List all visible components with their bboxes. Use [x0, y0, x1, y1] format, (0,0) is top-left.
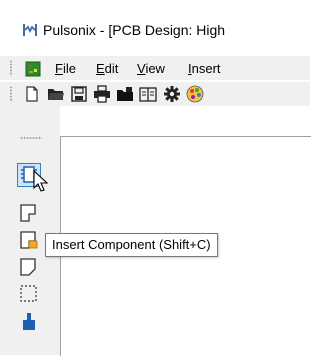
selection-box-icon[interactable]: [18, 283, 40, 305]
new-document-icon[interactable]: [23, 85, 41, 103]
menu-insert[interactable]: Insert: [188, 61, 221, 76]
insert-pin-icon[interactable]: [18, 310, 40, 332]
mouse-pointer-icon: [33, 170, 49, 192]
menu-file[interactable]: File: [55, 61, 76, 76]
pulsonix-logo-icon: [23, 24, 37, 36]
save-icon[interactable]: [70, 85, 88, 103]
title-bar: Pulsonix - [PCB Design: High: [0, 0, 310, 50]
insert-component-tooltip: Insert Component (Shift+C): [45, 233, 218, 257]
toolbar-grip[interactable]: [10, 86, 12, 102]
print-icon[interactable]: [93, 85, 111, 103]
color-palette-icon[interactable]: [186, 85, 204, 103]
settings-gear-icon[interactable]: [163, 85, 181, 103]
insert-component-alt-icon[interactable]: [18, 202, 40, 224]
insert-outline-icon[interactable]: [18, 256, 40, 278]
open-folder-icon[interactable]: [47, 85, 65, 103]
left-toolbar-grip[interactable]: [20, 137, 42, 139]
menu-view[interactable]: View: [137, 61, 165, 76]
document-system-menu-icon[interactable]: [25, 61, 41, 77]
menu-edit[interactable]: Edit: [96, 61, 118, 76]
left-vertical-toolbar: [0, 106, 60, 355]
menu-bar: File Edit View Insert: [0, 56, 310, 80]
menubar-grip[interactable]: [10, 60, 12, 76]
insert-component-orange-icon[interactable]: [18, 229, 40, 251]
open-recent-icon[interactable]: [116, 85, 134, 103]
library-book-icon[interactable]: [139, 85, 157, 103]
main-toolbar: [0, 82, 310, 106]
window-title: Pulsonix - [PCB Design: High: [43, 22, 226, 38]
